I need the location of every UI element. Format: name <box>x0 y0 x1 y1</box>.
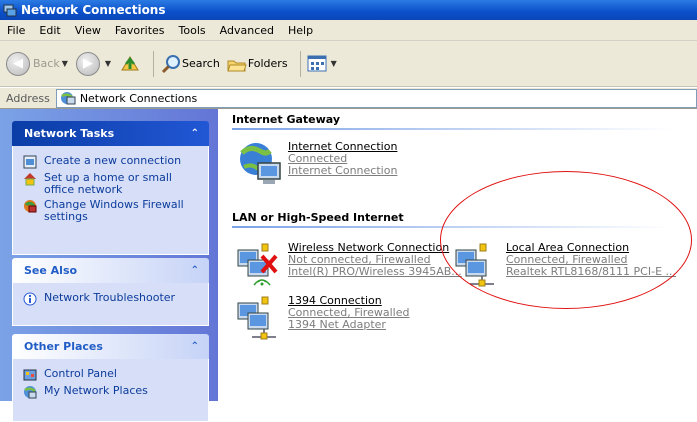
menu-file[interactable]: File <box>0 24 32 37</box>
my-network-places-link[interactable]: My Network Places <box>23 385 200 399</box>
other-places-body: Control Panel My Network Places <box>12 359 209 422</box>
annotation-ellipse <box>440 171 692 309</box>
create-connection-link[interactable]: Create a new connection <box>23 155 200 169</box>
toolbar-separator <box>153 50 155 77</box>
up-button[interactable] <box>119 53 141 75</box>
firewall-icon <box>23 199 37 213</box>
other-places-title: Other Places <box>24 340 103 353</box>
folders-label: Folders <box>247 57 288 70</box>
network-troubleshooter-link[interactable]: Network Troubleshooter <box>23 292 200 306</box>
wireless-connection-item[interactable]: Wireless Network Connection Not connecte… <box>236 242 462 290</box>
internet-gateway-header: Internet Gateway <box>232 113 672 130</box>
menu-view[interactable]: View <box>68 24 108 37</box>
back-arrow-icon: ◀ <box>6 51 30 76</box>
see-also-body: Network Troubleshooter <box>12 283 209 326</box>
connection-device: Internet Connection <box>288 164 398 177</box>
forward-dropdown-icon[interactable]: ▼ <box>105 59 111 68</box>
menu-help[interactable]: Help <box>281 24 320 37</box>
network-tasks-title: Network Tasks <box>24 127 115 140</box>
internet-connection-item[interactable]: Internet Connection Connected Internet C… <box>236 141 397 189</box>
window-title: Network Connections <box>21 3 166 17</box>
address-bar: Address Network Connections <box>0 88 697 109</box>
menu-favorites[interactable]: Favorites <box>108 24 172 37</box>
back-label: Back <box>33 57 60 70</box>
views-button[interactable]: ▼ <box>307 54 339 74</box>
back-button[interactable]: ◀ Back ▼ <box>6 51 70 76</box>
title-bar[interactable]: Network Connections <box>0 0 697 20</box>
firewall-settings-link[interactable]: Change Windows Firewall settings <box>23 199 200 223</box>
see-also-panel: See Also ⌃ Network Troubleshooter <box>12 258 209 326</box>
search-icon <box>161 54 181 73</box>
network-connections-icon <box>60 92 76 105</box>
menu-advanced[interactable]: Advanced <box>213 24 281 37</box>
other-places-header[interactable]: Other Places ⌃ <box>12 334 209 359</box>
search-label: Search <box>182 57 220 70</box>
home-network-link[interactable]: Set up a home or small office network <box>23 172 200 196</box>
search-button[interactable]: Search <box>160 53 220 75</box>
other-places-panel: Other Places ⌃ Control Panel My Network … <box>12 334 209 422</box>
address-value: Network Connections <box>79 91 198 105</box>
network-tasks-header[interactable]: Network Tasks ⌃ <box>12 121 209 146</box>
folders-icon <box>227 60 247 71</box>
toolbar-separator <box>299 50 301 77</box>
internet-gateway-icon <box>236 141 284 189</box>
collapse-chevron-icon[interactable]: ⌃ <box>191 265 199 276</box>
wireless-connection-icon <box>236 242 284 290</box>
collapse-chevron-icon[interactable]: ⌃ <box>191 128 199 139</box>
network-tasks-panel: Network Tasks ⌃ Create a new connection … <box>12 121 209 255</box>
back-dropdown-icon[interactable]: ▼ <box>62 59 68 68</box>
folders-button[interactable]: Folders <box>226 53 288 75</box>
connections-list: Internet Gateway Internet Connection Con… <box>218 109 697 401</box>
network-places-icon <box>23 385 37 399</box>
control-panel-icon <box>23 368 37 382</box>
forward-button[interactable]: ▶ ▼ <box>75 51 113 76</box>
menu-tools[interactable]: Tools <box>172 24 213 37</box>
see-also-title: See Also <box>24 264 78 277</box>
menu-bar: File Edit View Favorites Tools Advanced … <box>0 20 697 41</box>
1394-connection-icon <box>236 295 284 343</box>
see-also-header[interactable]: See Also ⌃ <box>12 258 209 283</box>
toolbar: ◀ Back ▼ ▶ ▼ Search Folders ▼ <box>0 41 697 87</box>
menu-edit[interactable]: Edit <box>32 24 67 37</box>
connection-device: 1394 Net Adapter <box>288 318 386 331</box>
address-label: Address <box>6 91 50 105</box>
info-icon <box>23 292 37 306</box>
up-folder-icon <box>121 55 139 70</box>
views-icon <box>307 55 327 71</box>
forward-arrow-icon: ▶ <box>75 51 100 76</box>
new-connection-icon <box>23 155 37 169</box>
network-tasks-body: Create a new connection Set up a home or… <box>12 146 209 255</box>
home-network-icon <box>23 172 37 186</box>
network-connections-icon <box>3 3 17 17</box>
address-field[interactable]: Network Connections <box>55 88 697 108</box>
task-pane: Network Tasks ⌃ Create a new connection … <box>0 109 218 422</box>
views-dropdown-icon[interactable]: ▼ <box>331 59 337 68</box>
control-panel-link[interactable]: Control Panel <box>23 368 200 382</box>
1394-connection-item[interactable]: 1394 Connection Connected, Firewalled 13… <box>236 295 409 343</box>
connection-device: Intel(R) PRO/Wireless 3945AB... <box>288 265 462 278</box>
collapse-chevron-icon[interactable]: ⌃ <box>191 341 199 352</box>
